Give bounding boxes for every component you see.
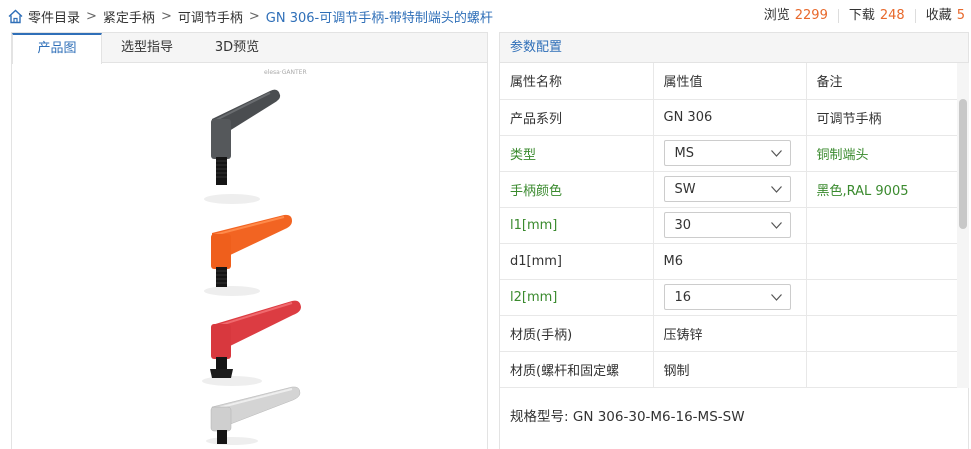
views-label: 浏览 <box>763 8 790 23</box>
spec-model: 规格型号: GN 306-30-M6-16-MS-SW <box>510 405 745 425</box>
views-count: 2299 <box>794 8 828 23</box>
select-value: 16 <box>674 289 692 305</box>
spec-label: 规格型号: <box>510 409 569 425</box>
favorites-stat[interactable]: 收藏 5 <box>916 9 965 23</box>
scrollbar-thumb[interactable] <box>959 99 967 229</box>
row-value: M6 <box>653 243 807 280</box>
row-name: 类型 <box>500 135 654 172</box>
row-value: GN 306 <box>653 99 807 136</box>
product-view-panel: 产品图 选型指导 3D预览 elesa·GANTER <box>11 32 488 449</box>
column-header-note: 备注 <box>806 63 957 100</box>
row-value-cell: SW <box>653 171 807 208</box>
table-row: 材质(螺杆和固定螺 钢制 <box>500 351 957 388</box>
handle-color-select[interactable]: SW <box>663 176 791 202</box>
downloads-label: 下载 <box>848 8 875 23</box>
table-row: d1[mm] M6 <box>500 243 957 280</box>
row-name: l2[mm] <box>500 279 654 316</box>
row-note <box>806 207 957 244</box>
row-value-cell: 16 <box>653 279 807 316</box>
handle-variant-black <box>204 89 281 204</box>
downloads-count: 248 <box>879 8 905 23</box>
chevron-down-icon <box>770 221 782 229</box>
table-row: l2[mm] 16 <box>500 279 957 316</box>
tab-selection-guide[interactable]: 选型指导 <box>102 33 192 63</box>
row-note: 可调节手柄 <box>806 99 957 136</box>
row-note <box>806 351 957 388</box>
panel-title: 参数配置 <box>500 33 968 63</box>
table-scrollbar[interactable] <box>957 63 969 388</box>
chevron-down-icon <box>770 185 782 193</box>
table-row: 手柄颜色 SW 黑色,RAL 9005 <box>500 171 957 208</box>
row-name: l1[mm] <box>500 207 654 244</box>
select-value: 30 <box>674 217 692 233</box>
breadcrumb: 零件目录 > 紧定手柄 > 可调节手柄 > GN 306-可调节手柄-带特制端头… <box>7 7 493 26</box>
breadcrumb-separator: > <box>160 8 172 24</box>
row-note <box>806 243 957 280</box>
stats-bar: 浏览 2299 下载 248 收藏 5 <box>754 0 965 32</box>
row-name: d1[mm] <box>500 243 654 280</box>
breadcrumb-separator: > <box>86 8 97 24</box>
chevron-down-icon <box>770 149 782 157</box>
parameter-config-panel: 参数配置 属性名称 属性值 备注 产品系列 GN 306 可调节手柄 类型 MS… <box>499 32 969 449</box>
row-note: 黑色,RAL 9005 <box>806 171 957 208</box>
product-image <box>202 89 301 445</box>
table-row: l1[mm] 30 <box>500 207 957 244</box>
row-name: 材质(螺杆和固定螺 <box>500 351 654 388</box>
column-header-name: 属性名称 <box>500 63 654 100</box>
chevron-down-icon <box>770 293 782 301</box>
breadcrumb-item-adjustable-handles[interactable]: 可调节手柄 <box>178 7 243 26</box>
breadcrumb-item-clamping-handles[interactable]: 紧定手柄 <box>103 7 155 26</box>
table-row: 产品系列 GN 306 可调节手柄 <box>500 99 957 136</box>
handle-variant-silver <box>206 386 301 445</box>
row-note <box>806 315 957 352</box>
table-row: 材质(手柄) 压铸锌 <box>500 315 957 352</box>
type-select[interactable]: MS <box>663 140 791 166</box>
breadcrumb-separator: > <box>248 8 260 24</box>
row-value-cell: MS <box>653 135 807 172</box>
select-value: MS <box>674 145 694 161</box>
table-row: 类型 MS 铜制端头 <box>500 135 957 172</box>
home-icon[interactable] <box>7 8 24 25</box>
l1-select[interactable]: 30 <box>663 212 791 238</box>
parameter-table-wrap: 属性名称 属性值 备注 产品系列 GN 306 可调节手柄 类型 MS 铜制端头… <box>500 63 957 388</box>
table-header-row: 属性名称 属性值 备注 <box>500 63 957 100</box>
handle-variant-red <box>202 300 301 386</box>
row-value-cell: 30 <box>653 207 807 244</box>
tab-product-image[interactable]: 产品图 <box>12 33 102 64</box>
row-name: 材质(手柄) <box>500 315 654 352</box>
column-header-value: 属性值 <box>653 63 807 100</box>
row-value: 压铸锌 <box>653 315 807 352</box>
handle-variant-orange <box>204 214 292 296</box>
breadcrumb-item-catalog[interactable]: 零件目录 <box>28 7 80 26</box>
parameter-table: 属性名称 属性值 备注 产品系列 GN 306 可调节手柄 类型 MS 铜制端头… <box>500 63 957 388</box>
row-name: 手柄颜色 <box>500 171 654 208</box>
l2-select[interactable]: 16 <box>663 284 791 310</box>
downloads-stat[interactable]: 下载 248 <box>839 9 916 23</box>
row-note <box>806 279 957 316</box>
favorites-label: 收藏 <box>925 8 952 23</box>
favorites-count: 5 <box>956 8 965 23</box>
select-value: SW <box>674 181 696 197</box>
spec-value: GN 306-30-M6-16-MS-SW <box>572 409 745 425</box>
breadcrumb-current: GN 306-可调节手柄-带特制端头的螺杆 <box>265 10 493 26</box>
tab-3d-preview[interactable]: 3D预览 <box>192 33 282 63</box>
row-name: 产品系列 <box>500 99 654 136</box>
row-value: 钢制 <box>653 351 807 388</box>
top-bar: 零件目录 > 紧定手柄 > 可调节手柄 > GN 306-可调节手柄-带特制端头… <box>0 0 971 32</box>
view-tabs: 产品图 选型指导 3D预览 <box>12 33 487 64</box>
row-note: 铜制端头 <box>806 135 957 172</box>
views-stat: 浏览 2299 <box>754 9 839 23</box>
